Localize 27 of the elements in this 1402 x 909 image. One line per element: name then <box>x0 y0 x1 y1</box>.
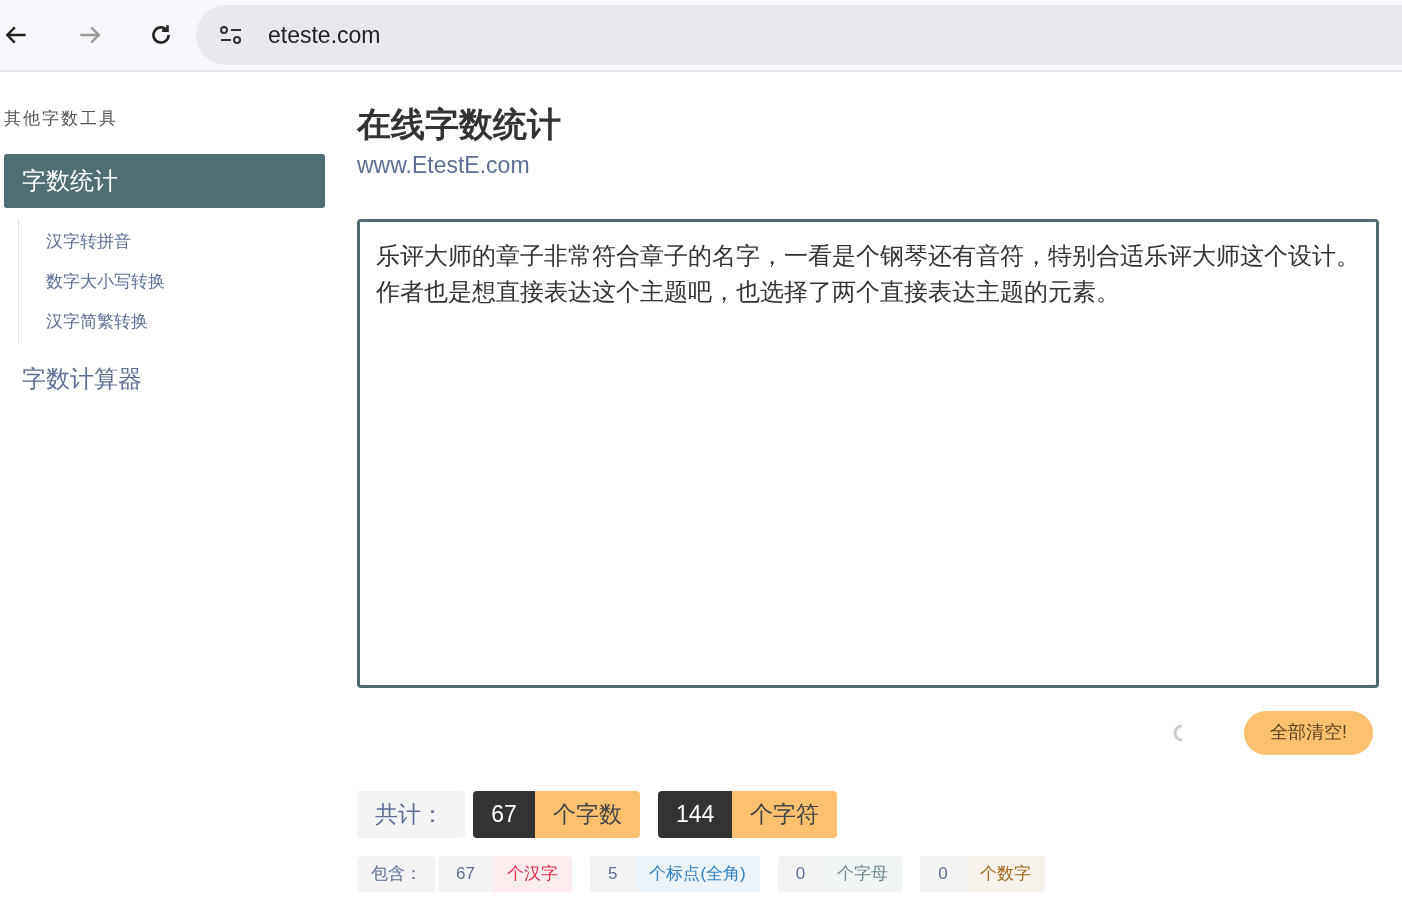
sidebar-item[interactable]: 字数统计 <box>4 153 325 208</box>
breakdown-value: 0 <box>777 855 824 892</box>
count-unit: 个字符 <box>732 790 838 838</box>
url-text[interactable]: eteste.com <box>268 17 381 53</box>
count-value: 67 <box>473 790 535 838</box>
count-unit: 个字数 <box>535 790 640 838</box>
sidebar-subitem[interactable]: 汉字简繁转换 <box>19 301 325 342</box>
breakdown-unit: 个字母 <box>823 855 903 892</box>
site-settings-icon[interactable] <box>218 24 244 46</box>
breakdown-unit: 个汉字 <box>492 855 572 892</box>
breakdown-label: 包含： <box>357 855 436 892</box>
sidebar-heading: 其他字数工具 <box>4 108 119 130</box>
sidebar-subitem[interactable]: 数字大小写转换 <box>19 261 325 302</box>
count-value: 144 <box>658 790 733 838</box>
address-bar[interactable]: eteste.com <box>196 5 1402 65</box>
breakdown-unit: 个数字 <box>965 855 1045 892</box>
page-title: 在线字数统计 <box>357 104 562 145</box>
breakdown-value: 0 <box>920 855 966 892</box>
total-label: 共计： <box>357 790 465 838</box>
site-link[interactable]: www.EtestE.com <box>357 148 1379 183</box>
clear-all-button[interactable]: 全部清空! <box>1244 710 1373 755</box>
breakdown-value: 5 <box>589 855 636 892</box>
sidebar-subitem[interactable]: 汉字转拼音 <box>19 221 325 262</box>
text-input-area[interactable]: 乐评大师的章子非常符合章子的名字，一看是个钢琴还有音符，特别合适乐评大师这个设计。作者也是想直接表达这个主题吧，也选择了两个直接表达主题的元素。 <box>357 218 1379 688</box>
breakdown-value: 67 <box>438 855 493 892</box>
breakdown-unit: 个标点(全角) <box>635 855 760 892</box>
sidebar-item[interactable]: 字数计算器 <box>4 351 325 406</box>
